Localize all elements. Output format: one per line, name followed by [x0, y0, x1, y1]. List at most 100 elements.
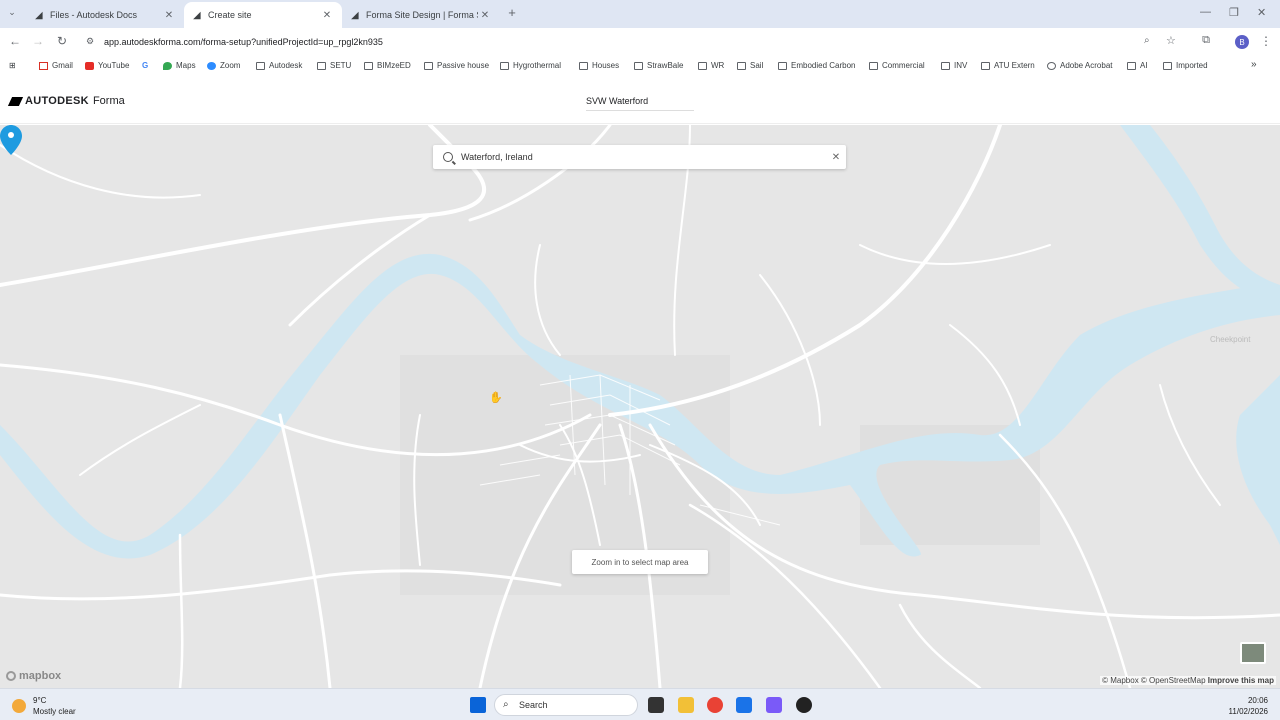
apps-grid-icon[interactable]: ⊞: [9, 61, 16, 70]
location-pin-icon[interactable]: [0, 125, 22, 155]
folder-icon: [634, 61, 643, 70]
windows-start-icon[interactable]: [470, 697, 486, 713]
improve-map-link[interactable]: Improve this map: [1208, 676, 1274, 685]
taskbar-search[interactable]: ⌕ Search: [494, 694, 638, 716]
map-base: [0, 125, 1280, 688]
bookmark-houses[interactable]: Houses: [579, 61, 619, 70]
zoom-icon[interactable]: ⌕: [1144, 35, 1150, 46]
bookmark-star-icon[interactable]: ☆: [1166, 34, 1176, 47]
bookmark-maps[interactable]: Maps: [163, 61, 196, 70]
file-explorer-icon[interactable]: [678, 697, 694, 713]
app-header: AUTODESK Forma SVW Waterford: [0, 78, 1280, 124]
bookmark-wr[interactable]: WR: [698, 61, 724, 70]
bookmark-atu-extern[interactable]: ATU Extern: [981, 61, 1035, 70]
minimize-icon[interactable]: —: [1200, 6, 1211, 18]
autodesk-forma-logo[interactable]: AUTODESK Forma: [7, 95, 125, 107]
bookmark-bimzeed[interactable]: BIMzeED: [364, 61, 411, 70]
bookmark-setu[interactable]: SETU: [317, 61, 351, 70]
chrome-icon[interactable]: [707, 697, 723, 713]
map-canvas[interactable]: Waterford, Ireland ✕ ✋ Cheekpoint Zoom i…: [0, 125, 1280, 688]
zoom-hint-tooltip: Zoom in to select map area: [572, 550, 708, 574]
folder-icon: [364, 61, 373, 70]
bookmark-adobe-acrobat[interactable]: Adobe Acrobat: [1047, 61, 1112, 70]
back-icon[interactable]: ←: [7, 34, 23, 48]
clear-search-icon[interactable]: ✕: [826, 152, 846, 163]
folder-icon: [981, 61, 990, 70]
gmail-icon: [39, 61, 48, 70]
globe-icon: [1047, 61, 1056, 70]
window-close-icon[interactable]: ✕: [1257, 6, 1266, 19]
site-info-icon[interactable]: ⚙: [86, 36, 94, 47]
system-clock[interactable]: 20:06 11/02/2026: [1229, 695, 1268, 717]
app-icon[interactable]: [796, 697, 812, 713]
forma-icon: ◢: [351, 9, 359, 20]
bookmark-gmail[interactable]: Gmail: [39, 61, 73, 70]
folder-icon: [869, 61, 878, 70]
bookmark-youtube[interactable]: YouTube: [85, 61, 129, 70]
bookmark-ai[interactable]: AI: [1127, 61, 1148, 70]
teams-icon[interactable]: [766, 697, 782, 713]
forward-icon[interactable]: →: [30, 34, 46, 48]
folder-icon: [317, 61, 326, 70]
browser-tab-strip: ⌄ ◢ Files - Autodesk Docs ✕ ◢ Create sit…: [0, 0, 1280, 28]
bookmark-google[interactable]: G: [142, 61, 152, 70]
bookmark-commercial[interactable]: Commercial: [869, 61, 925, 70]
maps-icon: [163, 61, 172, 70]
profile-avatar[interactable]: B: [1235, 35, 1249, 49]
address-bar[interactable]: ⚙ app.autodeskforma.com/forma-setup?unif…: [78, 31, 1208, 53]
outlook-icon[interactable]: [736, 697, 752, 713]
autodesk-icon: ◢: [35, 9, 43, 20]
weather-widget[interactable]: 9°C Mostly clear: [12, 695, 76, 717]
search-icon: ⌕: [503, 699, 509, 710]
more-bookmarks-icon[interactable]: »: [1251, 59, 1257, 70]
bookmark-zoom[interactable]: Zoom: [207, 61, 240, 70]
folder-icon: [256, 61, 265, 70]
clock-time: 20:06: [1247, 696, 1268, 705]
bookmarks-bar: ⊞ Gmail YouTube G Maps Zoom Autodesk SET…: [0, 56, 1280, 78]
close-icon[interactable]: ✕: [478, 10, 492, 21]
new-tab-button[interactable]: +: [504, 5, 520, 20]
clock-date: 11/02/2026: [1228, 707, 1268, 716]
tab-title: Create site: [208, 10, 252, 20]
project-name: SVW Waterford: [586, 96, 649, 106]
tab-forma-site-design[interactable]: ◢ Forma Site Design | Forma Site ✕: [342, 2, 500, 28]
tab-title: Forma Site Design | Forma Site: [366, 10, 478, 20]
bookmark-passive-house[interactable]: Passive house: [424, 61, 489, 70]
search-icon: [443, 152, 453, 162]
tab-files-autodesk-docs[interactable]: ◢ Files - Autodesk Docs ✕: [26, 2, 184, 28]
close-icon[interactable]: ✕: [162, 10, 176, 21]
close-icon[interactable]: ✕: [320, 10, 334, 21]
folder-icon: [737, 61, 746, 70]
restore-icon[interactable]: ❐: [1229, 6, 1239, 19]
map-attribution: © Mapbox © OpenStreetMap Improve this ma…: [1100, 676, 1276, 685]
task-view-icon[interactable]: [648, 697, 664, 713]
reload-icon[interactable]: ↻: [54, 34, 70, 48]
bookmark-embodied-carbon[interactable]: Embodied Carbon: [778, 61, 855, 70]
location-search-box[interactable]: Waterford, Ireland ✕: [433, 145, 846, 169]
google-icon: G: [142, 61, 149, 70]
osm-attribution-link[interactable]: © OpenStreetMap: [1141, 676, 1206, 685]
bookmark-sail[interactable]: Sail: [737, 61, 763, 70]
weather-condition: Mostly clear: [33, 707, 76, 716]
tab-search-chevron-icon[interactable]: ⌄: [4, 7, 20, 18]
folder-icon: [1163, 61, 1172, 70]
bookmark-inv[interactable]: INV: [941, 61, 967, 70]
zoom-icon: [207, 61, 216, 70]
folder-icon: [698, 61, 707, 70]
bookmark-imported[interactable]: Imported: [1163, 61, 1208, 70]
folder-icon: [500, 61, 509, 70]
bookmark-strawbale[interactable]: StrawBale: [634, 61, 683, 70]
url-text: app.autodeskforma.com/forma-setup?unifie…: [104, 37, 383, 47]
youtube-icon: [85, 61, 94, 70]
project-underline: [586, 110, 694, 111]
tab-create-site[interactable]: ◢ Create site ✕: [184, 2, 342, 28]
extensions-icon[interactable]: ⧉: [1198, 34, 1214, 47]
mapbox-attribution-link[interactable]: © Mapbox: [1102, 676, 1139, 685]
location-search-input[interactable]: Waterford, Ireland: [461, 152, 826, 162]
bookmark-autodesk[interactable]: Autodesk: [256, 61, 302, 70]
menu-icon[interactable]: ⋮: [1258, 34, 1274, 48]
map-style-toggle[interactable]: [1240, 642, 1266, 664]
bookmark-hygrothermal[interactable]: Hygrothermal: [500, 61, 561, 70]
place-label: Cheekpoint: [1210, 335, 1251, 344]
mapbox-logo[interactable]: mapbox: [6, 670, 61, 682]
